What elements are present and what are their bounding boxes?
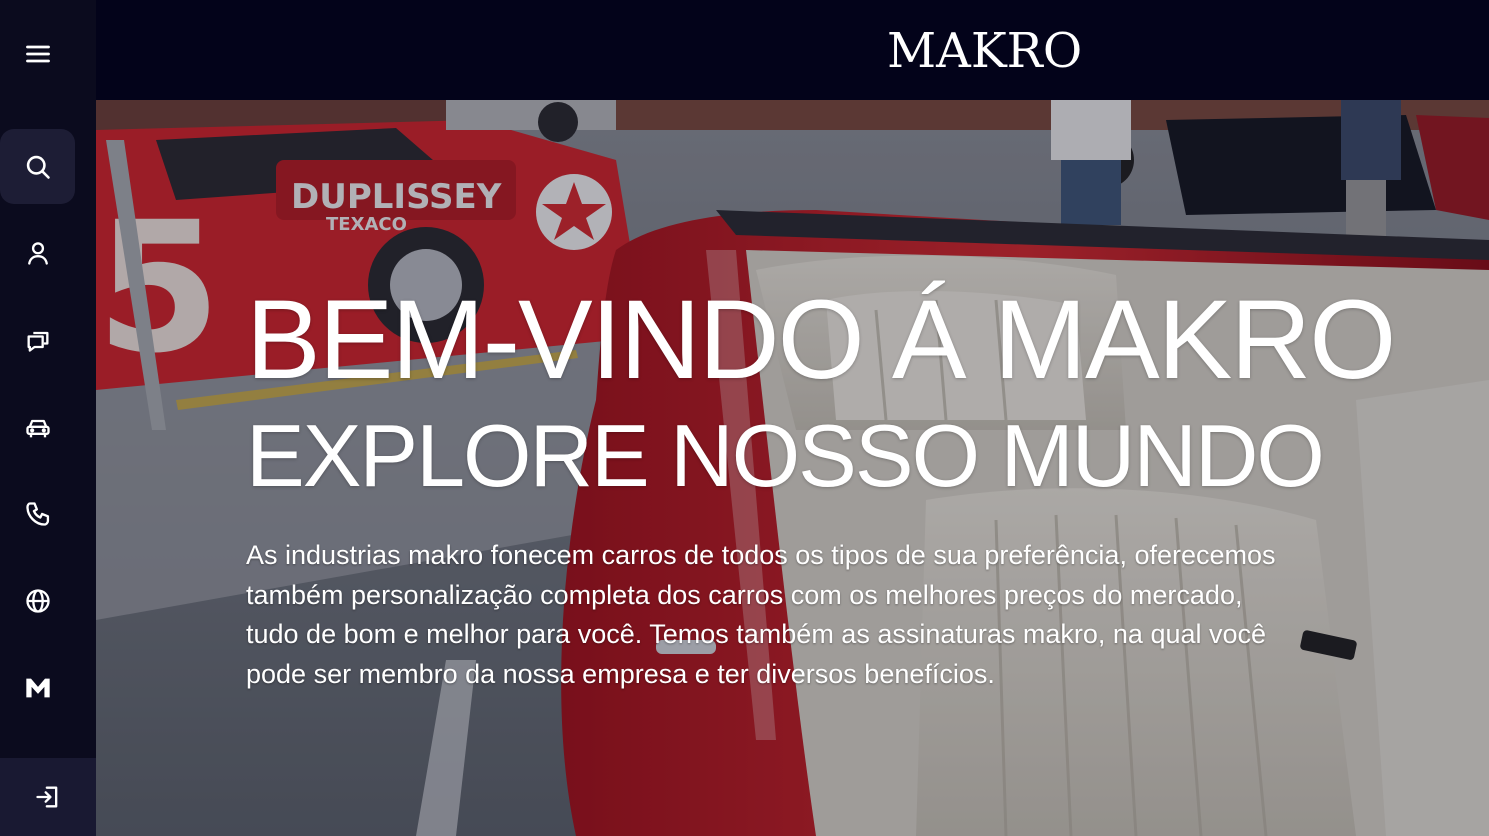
messages-button[interactable] (0, 302, 75, 377)
user-icon (27, 241, 48, 265)
profile-button[interactable] (0, 215, 75, 290)
sidebar (0, 0, 96, 836)
phone-icon (25, 501, 49, 526)
search-button[interactable] (0, 129, 75, 204)
top-bar (96, 0, 1489, 100)
makro-home-button[interactable] (0, 650, 75, 725)
contact-button[interactable] (0, 476, 75, 551)
hero-title: BEM-VINDO Á MAKRO (246, 277, 1396, 402)
car-icon (25, 419, 50, 437)
language-button[interactable] (0, 563, 75, 638)
hero-subtitle: EXPLORE NOSSO MUNDO (246, 406, 1325, 505)
hero-description: As industrias makro fonecem carros de to… (246, 540, 1276, 689)
menu-icon (25, 45, 50, 62)
logout-button[interactable] (0, 758, 96, 836)
makro-logo-icon (25, 678, 50, 697)
hero-section: DUPLISSEY TEXACO 5 BEM-VINDO Á MAKRO EXP… (96, 100, 1489, 836)
search-icon (26, 155, 50, 179)
menu-button[interactable] (0, 16, 75, 91)
logout-icon (36, 786, 58, 808)
globe-icon (25, 588, 50, 613)
brand-logo[interactable]: MAKRO (887, 22, 1082, 80)
chat-icon (27, 331, 48, 352)
cars-button[interactable] (0, 390, 75, 465)
